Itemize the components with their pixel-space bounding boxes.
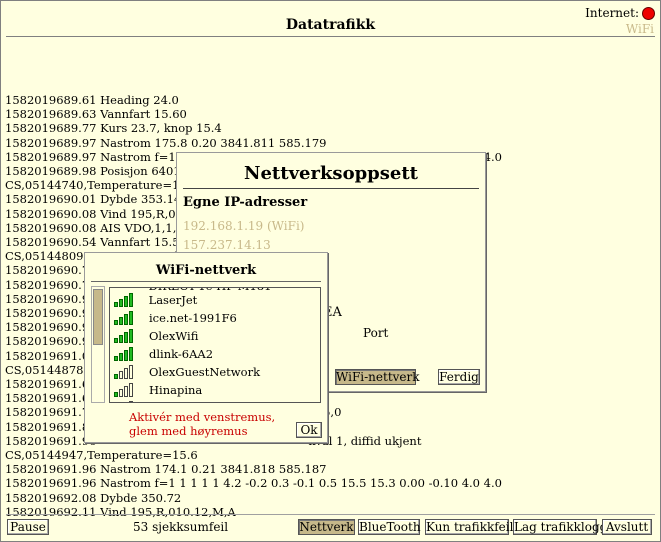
signal-bar <box>114 302 118 307</box>
log-line: 1582019689.63 Vannfart 15.60 <box>5 107 187 122</box>
tab-network[interactable]: Nettverk <box>298 519 355 535</box>
internet-status: Internet: <box>585 6 655 20</box>
ok-button[interactable]: Ok <box>296 422 322 438</box>
internet-status-dot-icon <box>642 6 655 20</box>
signal-bar <box>129 383 133 397</box>
checksum-error-count: 53 sjekksumfeil <box>133 520 229 534</box>
signal-bar <box>129 293 133 307</box>
own-ip-heading: Egne IP-adresser <box>183 195 308 210</box>
status-divider <box>6 514 655 515</box>
ip-address-other: 157.237.14.13 <box>183 238 271 252</box>
signal-bar <box>129 311 133 325</box>
wifi-network-item[interactable]: Proventure <box>114 398 214 402</box>
pause-button[interactable]: Pause <box>7 519 49 535</box>
signal-strength-icon <box>114 383 134 397</box>
port-label: Port <box>363 326 389 340</box>
signal-bar <box>129 347 133 361</box>
tab-traffic-log[interactable]: Lag trafikklogg <box>513 519 607 535</box>
internet-label: Internet: <box>585 6 639 20</box>
log-line: 1582019689.61 Heading 24.0 <box>5 93 179 107</box>
wifi-network-name: OlexGuestNetwork <box>149 365 261 379</box>
log-line: 1582019692.08 Dybde 350.72 <box>5 490 182 505</box>
page-title: Datatrafikk <box>285 17 376 33</box>
signal-bar <box>114 392 118 397</box>
wifi-network-name: OlexWifi <box>149 329 199 343</box>
signal-bar <box>114 320 118 325</box>
signal-bar <box>124 314 128 325</box>
signal-strength-icon <box>114 401 134 402</box>
wifi-network-button[interactable]: WiFi-nettverk <box>335 369 420 385</box>
wifi-network-name: dlink-6AA2 <box>149 347 214 361</box>
wifi-network-item[interactable]: Hinapina <box>114 380 202 397</box>
signal-strength-icon <box>114 365 134 379</box>
tab-traffic-errors[interactable]: Kun trafikkfeil <box>425 519 513 535</box>
signal-bar <box>119 335 123 343</box>
title-divider <box>6 36 655 37</box>
signal-bar <box>129 401 133 402</box>
signal-strength-icon <box>114 311 134 325</box>
wifi-hint-line-1: Aktivér med venstremus, <box>129 410 276 424</box>
log-line: 1582019689.97 Nastrom 175.8 0.20 3841.81… <box>5 135 327 150</box>
signal-bar <box>119 299 123 307</box>
signal-bar <box>119 371 123 379</box>
signal-bar <box>114 356 118 361</box>
log-line: CS,05144947,Temperature=15.6 <box>5 448 198 463</box>
wifi-dialog-title: WiFi-nettverk <box>155 263 257 278</box>
log-line: 1582019691.96 Nastrom 174.1 0.21 3841.81… <box>5 462 327 477</box>
log-line: 1582019689.77 Kurs 23.7, knop 15.4 <box>5 121 222 136</box>
wifi-network-item[interactable]: DIRECT-1e-HP M181 LaserJet <box>114 288 320 307</box>
signal-bar <box>124 350 128 361</box>
exit-button[interactable]: Avslutt <box>602 519 652 535</box>
wifi-network-dialog: WiFi-nettverk DIRECT-1e-HP M181 LaserJet… <box>84 252 328 443</box>
signal-bar <box>124 368 128 379</box>
signal-bar <box>124 296 128 307</box>
signal-bar <box>129 365 133 379</box>
wifi-network-name: Hinapina <box>149 383 203 397</box>
wifi-dialog-divider <box>91 281 321 282</box>
done-button[interactable]: Ferdig <box>438 369 480 385</box>
tab-bluetooth[interactable]: BlueTooth <box>358 519 421 535</box>
wifi-network-item[interactable]: OlexGuestNetwork <box>114 362 260 379</box>
wifi-hint-line-2: glem med høyremus <box>129 424 248 438</box>
signal-bar <box>124 386 128 397</box>
network-dialog-title: Nettverksoppsett <box>244 163 418 184</box>
signal-bar <box>119 317 123 325</box>
wifi-network-name: Proventure <box>149 401 214 402</box>
wifi-hint: Aktivér med venstremus, glem med høyremu… <box>129 410 275 438</box>
wifi-list-scrollbar[interactable] <box>91 286 105 403</box>
wifi-network-name: DIRECT-1e-HP M181 LaserJet <box>148 288 272 307</box>
log-line: 1582019691.96 Nastrom f=1 1 1 1 1 4.2 -0… <box>5 476 502 491</box>
signal-bar <box>124 332 128 343</box>
log-line: 1582019692.11 Vind 195,R,010.12,M,A <box>5 504 236 519</box>
signal-bar <box>114 374 118 379</box>
scrollbar-thumb[interactable] <box>93 289 103 345</box>
signal-bar <box>119 353 123 361</box>
signal-bar <box>114 338 118 343</box>
wifi-network-item[interactable]: OlexWifi <box>114 326 198 343</box>
wifi-status-label: WiFi <box>625 22 654 36</box>
wifi-network-list[interactable]: DIRECT-1e-HP M181 LaserJet ice.net-1991F6… <box>109 287 321 403</box>
network-dialog-divider <box>183 188 479 189</box>
wifi-network-name: ice.net-1991F6 <box>149 311 237 325</box>
signal-strength-icon <box>114 293 134 307</box>
wifi-network-item[interactable]: dlink-6AA2 <box>114 344 213 361</box>
signal-strength-icon <box>114 329 134 343</box>
ip-address-wifi: 192.168.1.19 (WiFi) <box>183 219 305 233</box>
wifi-network-item[interactable]: ice.net-1991F6 <box>114 308 237 325</box>
signal-strength-icon <box>114 347 134 361</box>
signal-bar <box>129 329 133 343</box>
signal-bar <box>119 389 123 397</box>
